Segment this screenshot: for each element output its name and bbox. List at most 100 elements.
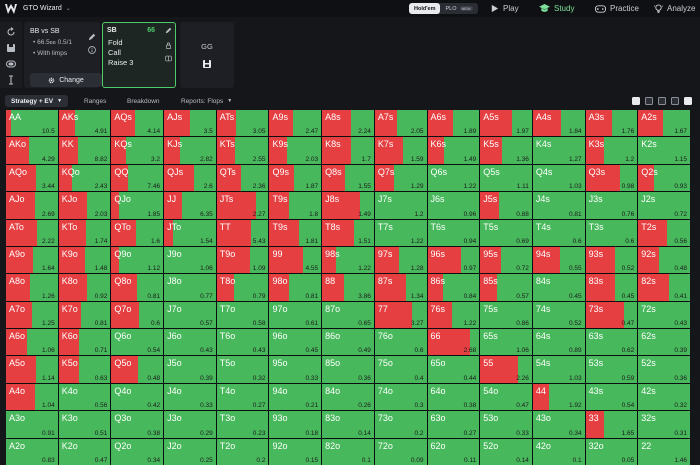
- hand-cell[interactable]: T8s 1.51: [322, 219, 374, 246]
- hand-cell[interactable]: J6s 0.96: [427, 192, 480, 219]
- hand-cell[interactable]: K7s 1.59: [374, 137, 427, 164]
- hand-cell[interactable]: Q6o 0.54: [111, 329, 164, 356]
- save-icon[interactable]: [202, 59, 212, 69]
- hand-cell[interactable]: A6o 1.06: [6, 329, 58, 356]
- hand-cell[interactable]: 22 1.46: [638, 438, 690, 465]
- hand-cell[interactable]: T7o 0.58: [216, 301, 269, 329]
- hand-cell[interactable]: T2o 0.2: [216, 438, 269, 465]
- hand-cell[interactable]: T9s 1.81: [269, 219, 322, 246]
- hand-cell[interactable]: QJo 1.85: [111, 192, 164, 219]
- hand-cell[interactable]: 65o 0.44: [427, 356, 480, 383]
- hand-cell[interactable]: 97s 1.28: [374, 246, 427, 274]
- hand-cell[interactable]: 99 4.55: [269, 246, 322, 274]
- hand-cell[interactable]: J3o 0.29: [164, 411, 216, 438]
- hand-cell[interactable]: 93s 0.52: [585, 246, 638, 274]
- hand-cell[interactable]: 84o 0.26: [322, 383, 374, 411]
- hand-cell[interactable]: JTs 2.27: [216, 192, 269, 219]
- hand-cell[interactable]: ATo 2.22: [6, 219, 58, 246]
- hand-cell[interactable]: ATs 3.05: [216, 110, 269, 137]
- hand-cell[interactable]: K9s 2.03: [269, 137, 322, 164]
- nav-play[interactable]: Play: [490, 0, 519, 17]
- hand-cell[interactable]: 44 1.92: [532, 383, 585, 411]
- hand-cell[interactable]: T4s 0.6: [532, 219, 585, 246]
- hand-cell[interactable]: T5o 0.32: [216, 356, 269, 383]
- hand-cell[interactable]: A5s 1.97: [480, 110, 532, 137]
- text-cursor-icon[interactable]: [6, 75, 16, 85]
- view-full-icon[interactable]: [632, 97, 640, 105]
- hand-cell[interactable]: 73s 0.47: [585, 301, 638, 329]
- hand-cell[interactable]: 52s 0.36: [638, 356, 690, 383]
- hand-cell[interactable]: 92o 0.15: [269, 438, 322, 465]
- hand-cell[interactable]: 43o 0.34: [532, 411, 585, 438]
- hand-cell[interactable]: T7s 1.22: [374, 219, 427, 246]
- plo-toggle[interactable]: PLO NEW: [440, 3, 477, 14]
- hand-cell[interactable]: 88 3.86: [322, 274, 374, 301]
- hand-cell[interactable]: 98s 1.22: [322, 246, 374, 274]
- hand-cell[interactable]: 96o 0.45: [269, 329, 322, 356]
- hand-cell[interactable]: T9s 1.8: [269, 192, 322, 219]
- hand-cell[interactable]: KTs 2.55: [216, 137, 269, 164]
- hand-cell[interactable]: 85o 0.36: [322, 356, 374, 383]
- hand-cell[interactable]: Q7s 1.29: [374, 164, 427, 192]
- hand-cell[interactable]: 94o 0.21: [269, 383, 322, 411]
- hand-cell[interactable]: K4o 0.56: [58, 383, 111, 411]
- hand-cell[interactable]: 54o 0.47: [480, 383, 532, 411]
- hand-cell[interactable]: 85s 0.57: [480, 274, 532, 301]
- hand-cell[interactable]: A7o 1.25: [6, 301, 58, 329]
- hand-cell[interactable]: Q5o 0.48: [111, 356, 164, 383]
- app-title[interactable]: GTO Wizard: [23, 5, 62, 12]
- change-button[interactable]: Change: [30, 73, 102, 87]
- hand-cell[interactable]: 98o 0.81: [269, 274, 322, 301]
- view-list-icon[interactable]: [671, 97, 679, 105]
- hand-cell[interactable]: A4o 1.04: [6, 383, 58, 411]
- hand-cell[interactable]: Q6s 1.22: [427, 164, 480, 192]
- hand-cell[interactable]: AQo 3.44: [6, 164, 58, 192]
- hand-cell[interactable]: 76s 1.22: [427, 301, 480, 329]
- hand-cell[interactable]: 84s 0.45: [532, 274, 585, 301]
- reset-icon[interactable]: [6, 27, 16, 37]
- hand-cell[interactable]: 93o 0.18: [269, 411, 322, 438]
- hand-cell[interactable]: AA 10.5: [6, 110, 58, 137]
- hand-cell[interactable]: 62o 0.11: [427, 438, 480, 465]
- hand-cell[interactable]: J7o 0.57: [164, 301, 216, 329]
- hand-cell[interactable]: K4s 1.27: [532, 137, 585, 164]
- hand-cell[interactable]: 74o 0.3: [374, 383, 427, 411]
- gto-wizard-logo-icon[interactable]: [5, 3, 17, 15]
- hand-cell[interactable]: Q3s 0.98: [585, 164, 638, 192]
- hand-cell[interactable]: A6s 1.89: [427, 110, 480, 137]
- hand-cell[interactable]: A7s 2.05: [374, 110, 427, 137]
- hand-cell[interactable]: K5o 0.63: [58, 356, 111, 383]
- hand-cell[interactable]: T3s 0.6: [585, 219, 638, 246]
- hand-cell[interactable]: 92s 0.48: [638, 246, 690, 274]
- hand-cell[interactable]: 55 2.26: [480, 356, 532, 383]
- action-call[interactable]: Call: [108, 48, 121, 57]
- hand-cell[interactable]: 97o 0.61: [269, 301, 322, 329]
- hand-cell[interactable]: 72s 0.43: [638, 301, 690, 329]
- hand-cell[interactable]: A3o 0.91: [6, 411, 58, 438]
- hand-cell[interactable]: Q9o 1.12: [111, 246, 164, 274]
- hand-cell[interactable]: 76o 0.6: [374, 329, 427, 356]
- hand-cell[interactable]: 32o 0.05: [585, 438, 638, 465]
- hand-cell[interactable]: 96s 0.97: [427, 246, 480, 274]
- hand-cell[interactable]: Q8s 1.55: [322, 164, 374, 192]
- hand-cell[interactable]: 86s 0.84: [427, 274, 480, 301]
- hand-cell[interactable]: A2o 0.83: [6, 438, 58, 465]
- hand-cell[interactable]: 62s 0.39: [638, 329, 690, 356]
- hand-cell[interactable]: 95o 0.33: [269, 356, 322, 383]
- hand-cell[interactable]: 42s 0.32: [638, 383, 690, 411]
- hand-cell[interactable]: A2s 1.67: [638, 110, 690, 137]
- tab-reports[interactable]: Reports: Flops ▼: [181, 95, 232, 107]
- hand-cell[interactable]: 32s 0.31: [638, 411, 690, 438]
- hand-cell[interactable]: KK 8.82: [58, 137, 111, 164]
- hand-cell[interactable]: T9o 1.09: [216, 246, 269, 274]
- hand-cell[interactable]: KJo 2.03: [58, 192, 111, 219]
- hand-cell[interactable]: AJo 2.69: [6, 192, 58, 219]
- tab-ranges[interactable]: Ranges: [84, 95, 106, 107]
- hand-cell[interactable]: T3o 0.23: [216, 411, 269, 438]
- hand-cell[interactable]: J5s 0.88: [480, 192, 532, 219]
- hand-cell[interactable]: K2o 0.47: [58, 438, 111, 465]
- hand-cell[interactable]: 54s 1.03: [532, 356, 585, 383]
- hand-cell[interactable]: 75s 0.86: [480, 301, 532, 329]
- action-fold[interactable]: Fold: [108, 38, 123, 47]
- pencil-icon[interactable]: [165, 27, 172, 34]
